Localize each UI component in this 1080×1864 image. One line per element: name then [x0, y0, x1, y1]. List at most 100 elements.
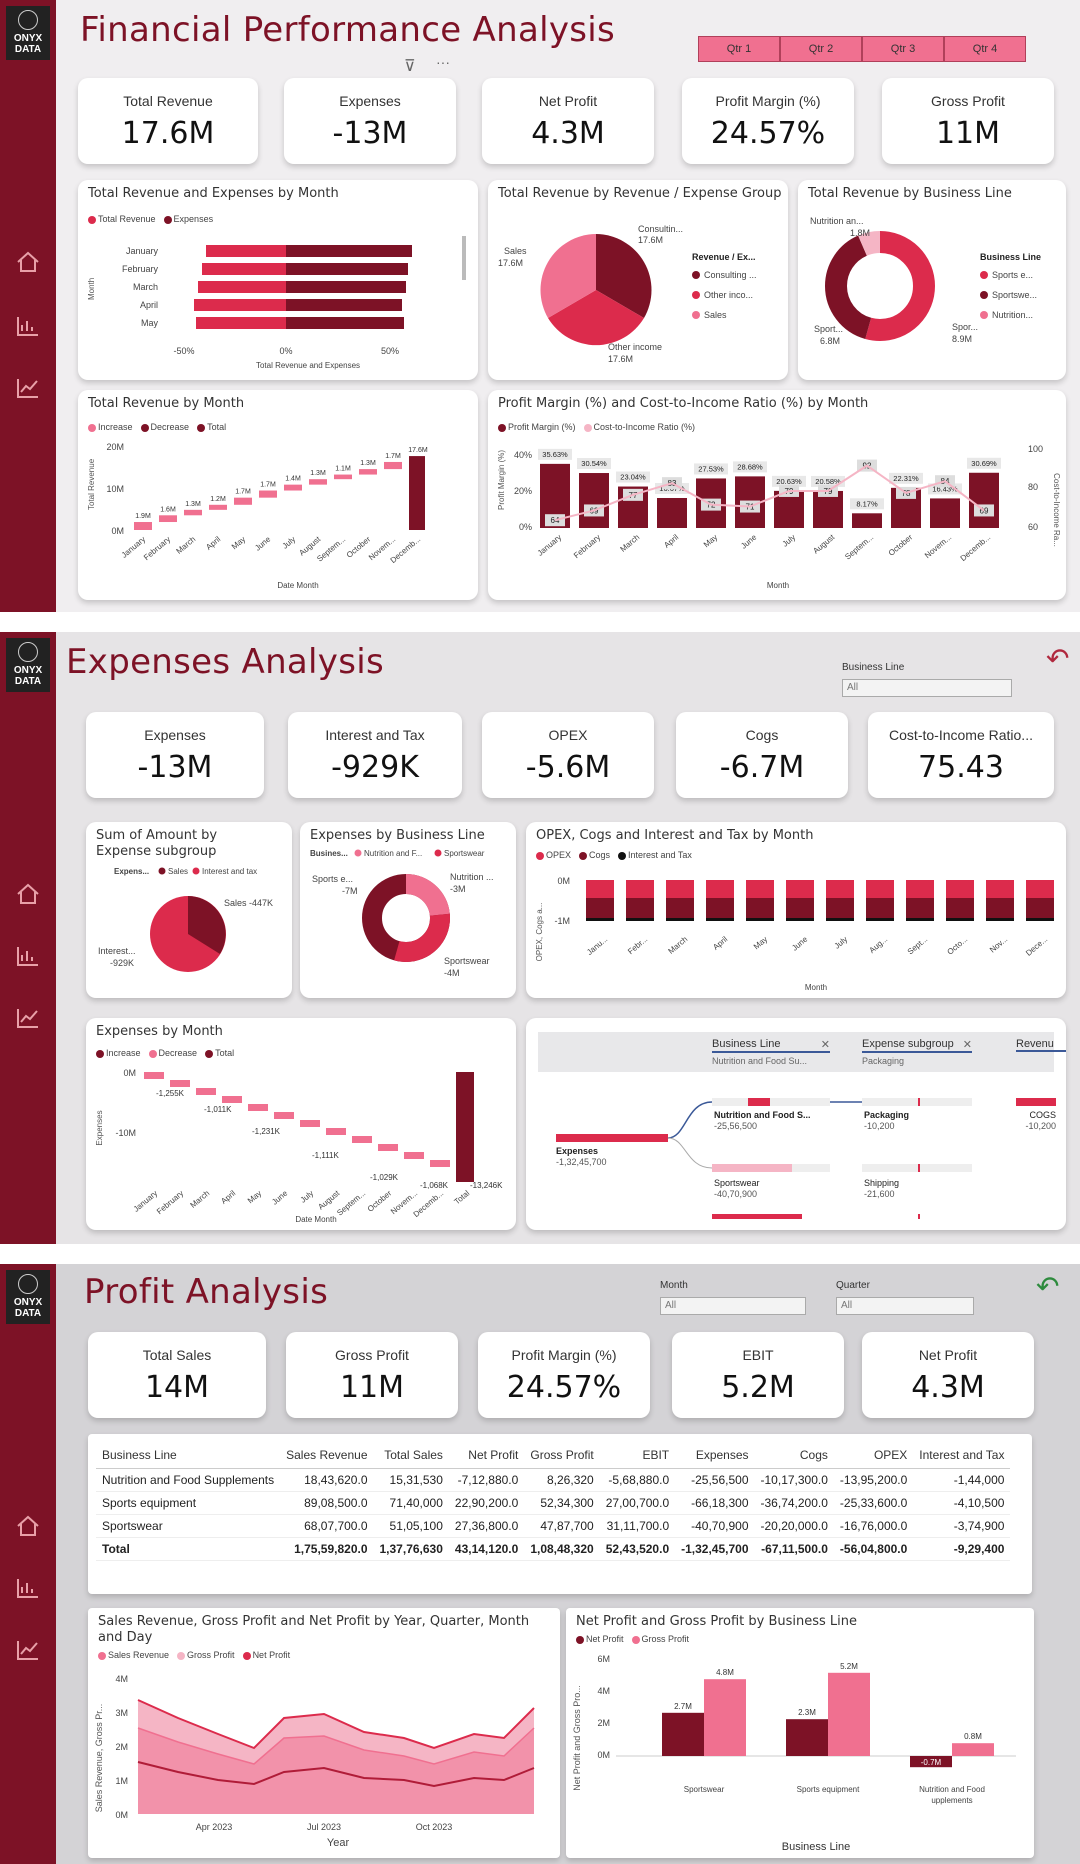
cogs-bar — [666, 898, 694, 918]
home-icon[interactable] — [14, 882, 42, 906]
waterfall-bar — [209, 504, 227, 510]
table-cell: -40,70,900 — [675, 1514, 755, 1538]
opex-bar — [586, 880, 614, 898]
data-label: -1,029K — [370, 1173, 399, 1182]
bar-chart-icon[interactable] — [14, 314, 42, 338]
scrollbar[interactable] — [462, 236, 466, 280]
data-label: 28.68% — [737, 462, 763, 471]
profit-margin-chart: Profit Margin (%) and Cost-to-Income Rat… — [488, 390, 1066, 600]
slicer-dropdown[interactable]: All — [836, 1297, 974, 1315]
kpi-value: 4.3M — [531, 116, 605, 151]
table-row[interactable]: Sportswear 68,07,700.0 51,05,100 27,36,800.… — [96, 1514, 1011, 1538]
slice-value: 6.8M — [820, 336, 840, 346]
table-cell: -10,17,300.0 — [754, 1468, 834, 1492]
quarter-button-2[interactable]: Qtr 2 — [780, 36, 862, 62]
month-label: April — [140, 300, 158, 310]
kpi-card: Profit Margin (%) 24.57% — [682, 78, 854, 164]
home-icon[interactable] — [14, 1514, 42, 1538]
quarter-slicer[interactable]: Quarter All — [836, 1280, 974, 1315]
quarter-button-4[interactable]: Qtr 4 — [944, 36, 1026, 62]
waterfall-bar — [352, 1136, 372, 1143]
data-label: 8.17% — [856, 499, 878, 508]
data-label: 30.54% — [581, 459, 607, 468]
month-label: Decemb... — [959, 533, 993, 563]
tick-label: 4M — [597, 1686, 610, 1696]
back-arrow-icon[interactable]: ↶ — [1046, 642, 1069, 675]
month-label: April — [662, 533, 680, 550]
profit-area-chart: Sales Revenue, Gross Profit and Net Prof… — [88, 1608, 560, 1858]
table-cell: Sports equipment — [96, 1491, 281, 1515]
business-line-slicer[interactable]: Business Line All — [842, 662, 1012, 697]
legend-item: Sportswe... — [992, 290, 1037, 300]
cogs-bar — [1026, 898, 1054, 918]
axis-label: Net Profit and Gross Pro... — [572, 1685, 582, 1791]
column-header[interactable]: Gross Profit — [524, 1442, 600, 1469]
quarter-button-3[interactable]: Qtr 3 — [862, 36, 944, 62]
filter-icon[interactable]: ⊽ — [404, 56, 416, 76]
legend-item: Consulting ... — [704, 270, 757, 280]
table-cell: 31,11,700.0 — [599, 1514, 676, 1538]
column-header[interactable]: Net Profit — [448, 1442, 525, 1469]
kpi-value: 14M — [144, 1370, 210, 1405]
more-options-icon[interactable]: ··· — [436, 54, 450, 70]
legend-item: Nutrition... — [992, 310, 1033, 320]
slicer-dropdown[interactable]: All — [842, 679, 1012, 697]
table-cell: -7,12,880.0 — [448, 1468, 525, 1492]
table-cell: 43,14,120.0 — [448, 1537, 525, 1561]
month-label: July — [833, 935, 850, 951]
interest-bar — [786, 918, 814, 921]
column-header[interactable]: Cogs — [754, 1442, 834, 1469]
table-cell: -56,04,800.0 — [833, 1537, 914, 1561]
column-header[interactable]: OPEX — [833, 1442, 914, 1469]
table-cell: 18,43,620.0 — [280, 1468, 374, 1492]
month-label: March — [133, 282, 158, 292]
column-header[interactable]: Total Sales — [373, 1442, 449, 1469]
month-label: Septem... — [843, 533, 875, 562]
line-chart-icon[interactable] — [14, 376, 42, 400]
back-arrow-icon[interactable]: ↶ — [1036, 1270, 1059, 1303]
column-header[interactable]: Interest and Tax — [913, 1442, 1011, 1469]
tick-label: 50% — [381, 346, 399, 356]
cogs-bar — [706, 898, 734, 918]
opex-bar — [746, 880, 774, 898]
tick-label: 20% — [514, 486, 532, 496]
quarter-button-1[interactable]: Qtr 1 — [698, 36, 780, 62]
bar-chart-icon[interactable] — [14, 944, 42, 968]
table-cell: Total — [96, 1537, 281, 1561]
line-chart-icon[interactable] — [14, 1006, 42, 1030]
interest-bar — [746, 918, 774, 921]
month-label: January — [126, 246, 159, 256]
waterfall-bar — [326, 1128, 346, 1135]
home-icon[interactable] — [14, 250, 42, 274]
table-cell: -36,74,200.0 — [754, 1491, 834, 1515]
month-slicer[interactable]: Month All — [660, 1280, 806, 1315]
line-chart-icon[interactable] — [14, 1638, 42, 1662]
table-cell: 89,08,500.0 — [280, 1491, 374, 1515]
waterfall-bar — [334, 474, 352, 480]
total-row[interactable]: Total 1,75,59,820.0 1,37,76,630 43,14,120.0… — [96, 1537, 1011, 1561]
slice-value: 17.6M — [498, 258, 523, 268]
column-header[interactable]: Sales Revenue — [280, 1442, 374, 1469]
tick-label: 1M — [115, 1776, 128, 1786]
expense-subgroup-pie: Sum of Amount by Expense subgroup Expens… — [86, 822, 292, 998]
column-header[interactable]: EBIT — [599, 1442, 676, 1469]
node-label: Sportswear — [714, 1178, 760, 1188]
tick-label: 0M — [115, 1810, 128, 1820]
node-value: -25,56,500 — [714, 1121, 757, 1131]
column-header[interactable]: Business Line — [96, 1442, 281, 1469]
table-row[interactable]: Nutrition and Food Supplements 18,43,620.… — [96, 1468, 1011, 1492]
month-label: October — [887, 532, 915, 557]
bar-chart-icon[interactable] — [14, 1576, 42, 1600]
slice-label: Spor... — [952, 322, 978, 332]
axis-label: Total Revenue — [87, 458, 96, 510]
table-row[interactable]: Sports equipment 89,08,500.0 71,40,000 22,9… — [96, 1491, 1011, 1515]
slicer-dropdown[interactable]: All — [660, 1297, 806, 1315]
column-header[interactable]: Expenses — [675, 1442, 755, 1469]
tick-label: 0M — [557, 876, 570, 886]
slice-value: -4M — [444, 968, 460, 978]
cogs-bar — [626, 898, 654, 918]
month-label: Total — [453, 1188, 472, 1206]
waterfall-bar — [184, 509, 202, 516]
data-label: -1,068K — [420, 1181, 449, 1190]
sidebar: ONYX DATA — [0, 1264, 56, 1864]
